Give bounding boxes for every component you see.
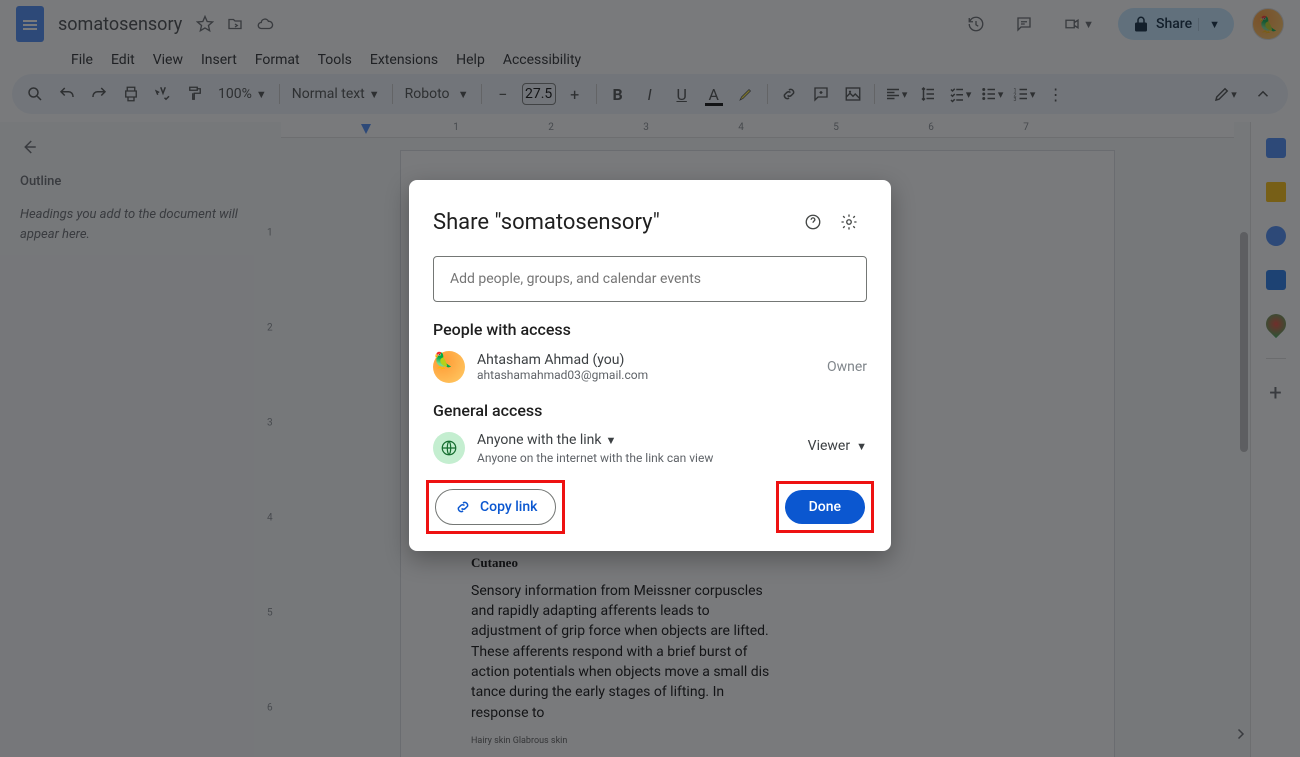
role-label: Viewer xyxy=(808,438,850,454)
person-name: Ahtasham Ahmad (you) xyxy=(477,352,648,368)
role-select[interactable]: Viewer▼ xyxy=(808,432,867,454)
general-section-title: General access xyxy=(433,401,867,420)
highlight-box: Done xyxy=(783,488,867,526)
people-section-title: People with access xyxy=(433,320,867,339)
add-people-input[interactable] xyxy=(433,256,867,302)
access-type-label: Anyone with the link xyxy=(477,432,602,448)
help-icon[interactable] xyxy=(795,204,831,240)
person-avatar: 🦜 xyxy=(433,351,465,383)
dialog-title: Share "somatosensory" xyxy=(433,210,795,235)
link-icon xyxy=(454,498,472,516)
highlight-box: Copy link xyxy=(433,487,558,527)
copy-link-button[interactable]: Copy link xyxy=(435,489,556,525)
access-row: Anyone with the link▼ Anyone on the inte… xyxy=(433,432,867,465)
copy-link-label: Copy link xyxy=(480,499,537,515)
person-role: Owner xyxy=(827,359,867,375)
share-dialog: Share "somatosensory" People with access… xyxy=(409,180,891,551)
done-button[interactable]: Done xyxy=(785,490,865,524)
globe-icon xyxy=(433,432,465,464)
access-type-select[interactable]: Anyone with the link▼ xyxy=(477,432,713,448)
modal-overlay[interactable]: Share "somatosensory" People with access… xyxy=(0,0,1300,757)
person-row: 🦜 Ahtasham Ahmad (you) ahtashamahmad03@g… xyxy=(433,351,867,383)
access-description: Anyone on the internet with the link can… xyxy=(477,451,713,465)
person-email: ahtashamahmad03@gmail.com xyxy=(477,368,648,382)
gear-icon[interactable] xyxy=(831,204,867,240)
